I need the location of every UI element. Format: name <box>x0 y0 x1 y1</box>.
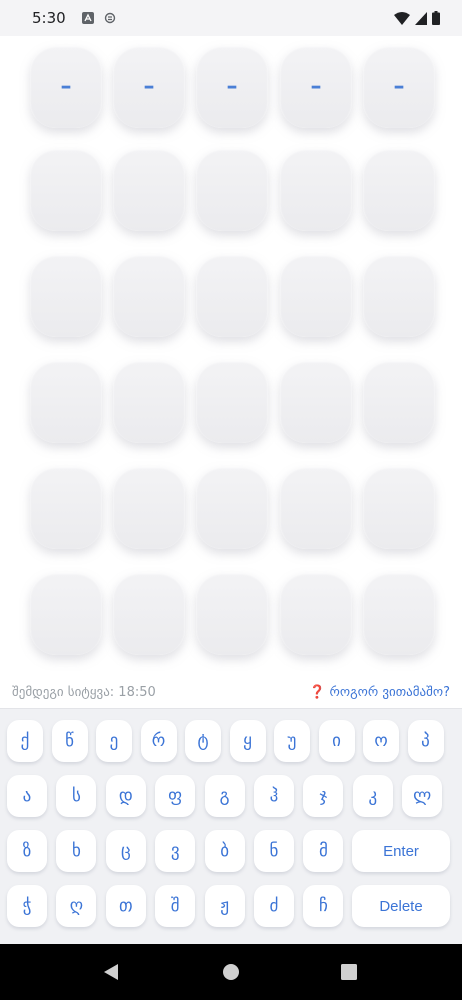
letter-key[interactable]: ზ <box>7 830 47 872</box>
letter-key[interactable]: ჩ <box>303 885 344 927</box>
board-tile <box>30 361 102 443</box>
letter-key[interactable]: ც <box>105 830 146 872</box>
navigation-bar <box>0 944 462 1000</box>
board-tile <box>196 361 268 443</box>
board-tile <box>280 361 352 443</box>
board-tile <box>280 255 352 337</box>
letter-key[interactable]: კ <box>352 775 393 817</box>
game-board: – – – – – <box>0 36 462 676</box>
letter-key[interactable]: ყ <box>229 720 266 762</box>
board-tile <box>280 149 352 231</box>
letter-key[interactable]: ა <box>7 775 47 817</box>
board-tile <box>113 573 185 655</box>
board-tile <box>363 149 435 231</box>
board-tile <box>113 149 185 231</box>
letter-key[interactable]: ო <box>363 720 399 762</box>
board-tile <box>30 573 102 655</box>
board-tile <box>196 255 268 337</box>
letter-key[interactable]: ვ <box>155 830 196 872</box>
tile-letter: – <box>226 74 238 99</box>
letter-key[interactable]: მ <box>303 830 344 872</box>
letter-key[interactable]: პ <box>407 720 444 762</box>
letter-key[interactable]: თ <box>105 885 146 927</box>
status-right-icons <box>394 11 440 25</box>
tile-letter: – <box>60 74 72 99</box>
status-time: 5:30 <box>32 9 66 27</box>
letter-key[interactable]: ფ <box>155 775 196 817</box>
letter-key[interactable]: ნ <box>254 830 294 872</box>
letter-key[interactable]: ლ <box>402 775 443 817</box>
board-tile <box>280 467 352 549</box>
board-tile <box>280 573 352 655</box>
letter-key[interactable]: ი <box>318 720 355 762</box>
on-screen-keyboard: ქ წ ე რ ტ ყ უ ი ო პ ა ს დ ფ გ ჰ ჯ კ ლ ზ ხ ც ვ ბ ნ მ Enter ჭ ღ თ შ ჟ ძ ჩ De… <box>0 708 462 944</box>
board-tile <box>363 255 435 337</box>
board-tile <box>113 255 185 337</box>
board-tile <box>30 255 102 337</box>
letter-key[interactable]: ბ <box>204 830 245 872</box>
status-bar: 5:30 <box>0 0 462 36</box>
delete-key[interactable]: Delete <box>352 885 450 927</box>
info-row: შემდეგი სიტყვა: 18:50 ❓ როგორ ვითამაშო? <box>0 678 462 706</box>
letter-key[interactable]: წ <box>51 720 88 762</box>
debug-notification-icon <box>104 12 115 24</box>
signal-icon <box>415 11 427 25</box>
board-tile <box>196 467 268 549</box>
letter-key[interactable]: უ <box>274 720 310 762</box>
letter-key[interactable]: ტ <box>185 720 221 762</box>
recents-icon[interactable] <box>341 964 357 980</box>
letter-key[interactable]: ჭ <box>7 885 47 927</box>
battery-icon <box>432 11 440 25</box>
board-tile <box>113 361 185 443</box>
board-tile <box>196 573 268 655</box>
board-tile: – <box>280 46 352 128</box>
letter-key[interactable]: ჯ <box>303 775 344 817</box>
letter-key[interactable]: დ <box>105 775 146 817</box>
home-icon[interactable] <box>222 963 240 981</box>
board-tile <box>363 361 435 443</box>
board-tile: – <box>113 46 185 128</box>
letter-key[interactable]: ძ <box>254 885 294 927</box>
board-tile <box>363 573 435 655</box>
board-tile: – <box>30 46 102 128</box>
back-icon[interactable] <box>101 962 121 982</box>
board-tile: – <box>196 46 268 128</box>
enter-key[interactable]: Enter <box>352 830 450 872</box>
board-tile <box>196 149 268 231</box>
letter-key[interactable]: ქ <box>7 720 43 762</box>
keyboard-notification-icon <box>81 12 94 24</box>
letter-key[interactable]: გ <box>204 775 245 817</box>
how-to-play-link[interactable]: ❓ როგორ ვითამაშო? <box>309 685 450 700</box>
board-tile: – <box>363 46 435 128</box>
board-tile <box>30 467 102 549</box>
letter-key[interactable]: ღ <box>56 885 97 927</box>
wifi-icon <box>394 11 410 25</box>
next-word-timer: შემდეგი სიტყვა: 18:50 <box>12 684 156 700</box>
board-tile <box>30 149 102 231</box>
tile-letter: – <box>393 74 405 99</box>
tile-letter: – <box>143 74 155 99</box>
tile-letter: – <box>310 74 322 99</box>
letter-key[interactable]: რ <box>140 720 177 762</box>
board-tile <box>113 467 185 549</box>
letter-key[interactable]: შ <box>155 885 196 927</box>
letter-key[interactable]: ჟ <box>204 885 245 927</box>
letter-key[interactable]: ე <box>96 720 132 762</box>
letter-key[interactable]: ჰ <box>254 775 294 817</box>
board-tile <box>363 467 435 549</box>
letter-key[interactable]: ს <box>56 775 97 817</box>
letter-key[interactable]: ხ <box>56 830 97 872</box>
